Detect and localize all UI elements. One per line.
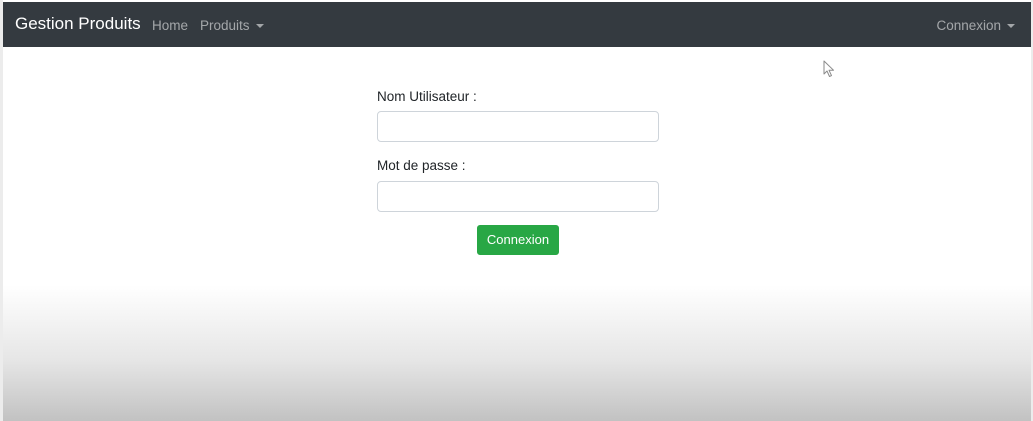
nav-item-home[interactable]: Home — [152, 17, 188, 35]
username-input[interactable] — [377, 111, 659, 142]
navbar-brand[interactable]: Gestion Produits — [15, 14, 141, 34]
nav-item-produits-label: Produits — [200, 18, 250, 33]
nav-item-produits-dropdown[interactable]: Produits — [200, 17, 264, 35]
mouse-cursor-icon — [823, 60, 834, 77]
bottom-gradient-overlay — [3, 285, 1031, 421]
caret-down-icon — [255, 24, 264, 28]
password-label: Mot de passe : — [377, 158, 466, 173]
caret-down-icon — [1007, 24, 1015, 28]
nav-item-connexion-dropdown[interactable]: Connexion — [936, 17, 1015, 35]
password-input[interactable] — [377, 181, 659, 212]
nav-item-home-label: Home — [152, 18, 189, 33]
nav-item-connexion-label: Connexion — [936, 18, 1001, 33]
username-label: Nom Utilisateur : — [377, 89, 477, 104]
browser-viewport: Gestion Produits Home Produits Connexion… — [0, 0, 1033, 421]
login-submit-button[interactable]: Connexion — [477, 225, 559, 255]
top-navbar: Gestion Produits Home Produits Connexion — [3, 2, 1031, 47]
